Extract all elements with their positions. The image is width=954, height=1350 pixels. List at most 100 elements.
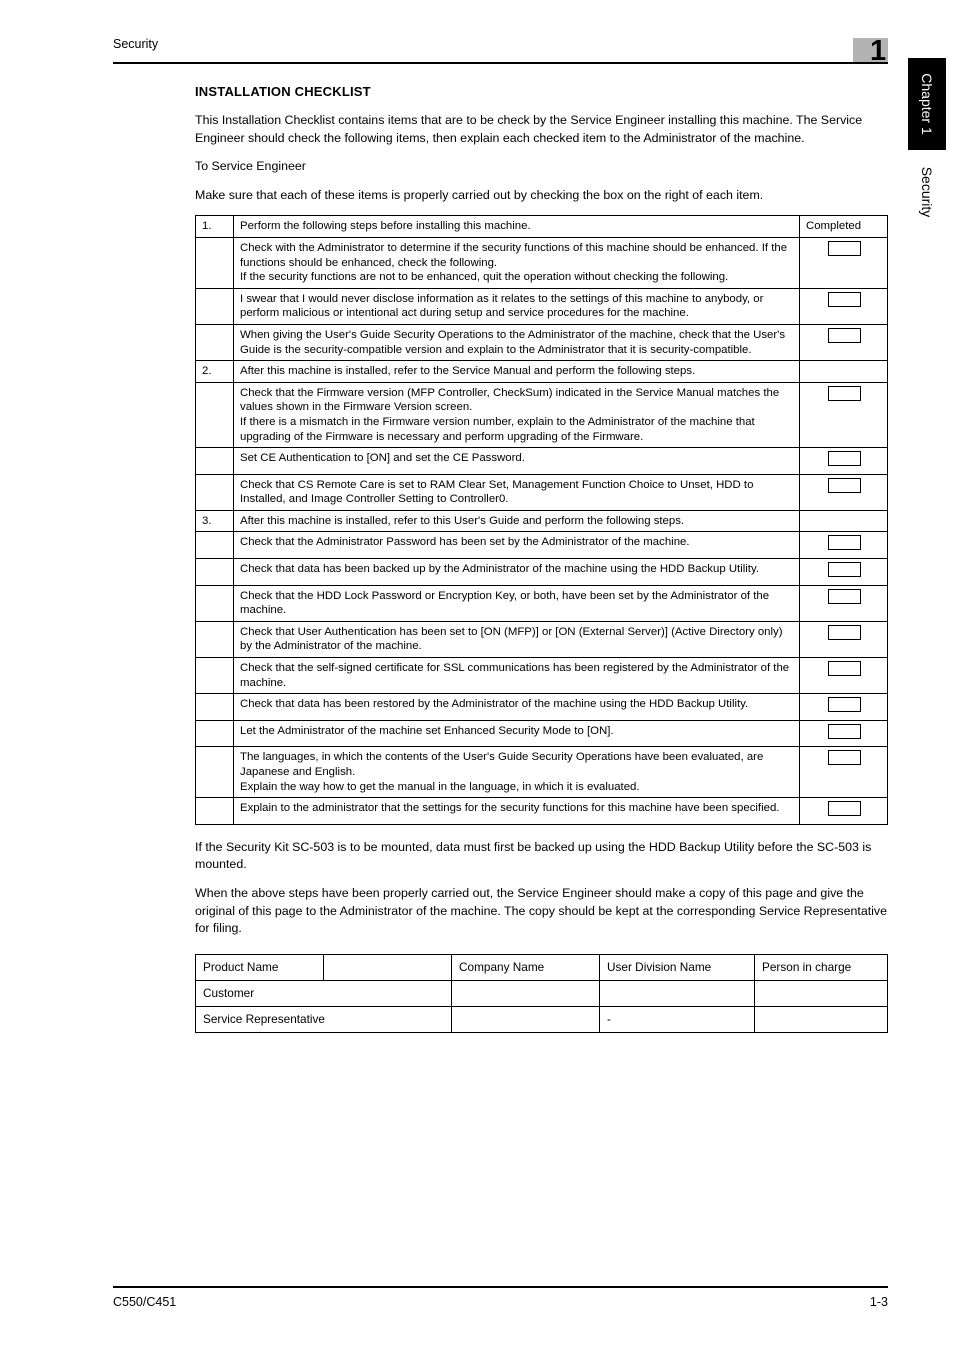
signoff-table: Product Name Company Name User Division Na… xyxy=(195,953,888,1033)
table-row: Check that the HDD Lock Password or Encr… xyxy=(195,584,888,622)
signoff-header-row: Product Name Company Name User Division Na… xyxy=(195,953,888,981)
checklist-completed-header: Completed xyxy=(799,215,888,238)
checkbox-icon[interactable] xyxy=(827,477,861,493)
checkbox-icon[interactable] xyxy=(827,535,861,551)
checklist-step-number xyxy=(195,323,234,362)
checklist-step-number xyxy=(195,746,234,799)
table-row: Let the Administrator of the machine set… xyxy=(195,719,888,748)
completed-checkbox-cell[interactable] xyxy=(799,584,888,622)
closing-paragraph-2: When the above steps have been properly … xyxy=(195,885,887,936)
checkbox-icon[interactable] xyxy=(827,750,861,766)
signoff-row: Customer xyxy=(195,979,888,1007)
signoff-row-label: Service Representative xyxy=(195,1005,452,1033)
signoff-product-name-value[interactable] xyxy=(323,953,452,981)
completed-checkbox-cell[interactable] xyxy=(799,323,888,362)
table-row: Explain to the administrator that the se… xyxy=(195,797,888,825)
completed-checkbox-cell[interactable] xyxy=(799,657,888,695)
checklist-step-number xyxy=(195,531,234,560)
table-row: 1. Perform the following steps before ins… xyxy=(195,215,888,238)
checklist-item-text: Set CE Authentication to [ON] and set th… xyxy=(233,447,800,475)
completed-checkbox-cell[interactable] xyxy=(799,287,888,325)
completed-checkbox-cell[interactable] xyxy=(799,531,888,560)
signoff-product-name-label: Product Name xyxy=(195,953,324,981)
signoff-person-field[interactable] xyxy=(754,979,888,1007)
table-row: I swear that I would never disclose info… xyxy=(195,287,888,325)
completed-checkbox-cell[interactable] xyxy=(799,797,888,825)
checklist-step-number: 3. xyxy=(195,509,234,533)
table-row: Check with the Administrator to determin… xyxy=(195,236,888,289)
checkbox-icon[interactable] xyxy=(827,562,861,578)
checkbox-icon[interactable] xyxy=(827,661,861,677)
completed-checkbox-cell[interactable] xyxy=(799,693,888,721)
checklist-item-text: When giving the User's Guide Security Op… xyxy=(233,323,800,362)
signoff-person-field[interactable] xyxy=(754,1005,888,1033)
checklist-item-text: Check that the self-signed certificate f… xyxy=(233,657,800,695)
completed-checkbox-cell[interactable] xyxy=(799,620,888,659)
checkbox-icon[interactable] xyxy=(827,291,861,307)
checklist-step-number xyxy=(195,657,234,695)
checklist-step-number xyxy=(195,287,234,325)
checklist-step-number xyxy=(195,473,234,511)
checklist-item-text: Check with the Administrator to determin… xyxy=(233,236,800,289)
empty-cell xyxy=(799,360,888,383)
signoff-company-field[interactable] xyxy=(451,979,600,1007)
checklist-step-number xyxy=(195,797,234,825)
header-section-title: Security xyxy=(113,37,159,51)
signoff-company-field[interactable] xyxy=(451,1005,600,1033)
checklist-step-number: 1. xyxy=(195,215,234,238)
table-row: 2. After this machine is installed, refer… xyxy=(195,360,888,383)
table-row: Check that the self-signed certificate f… xyxy=(195,657,888,695)
page-title: INSTALLATION CHECKLIST xyxy=(195,84,371,99)
signoff-body: Product Name Company Name User Division Na… xyxy=(195,953,888,1033)
installation-checklist-table: 1. Perform the following steps before ins… xyxy=(195,215,888,825)
checklist-item-text: Check that the Administrator Password ha… xyxy=(233,531,800,560)
signoff-company-name-label: Company Name xyxy=(451,953,600,981)
signoff-division-field[interactable] xyxy=(599,979,755,1007)
checklist-step-number xyxy=(195,620,234,659)
signoff-division-field[interactable]: - xyxy=(599,1005,755,1033)
checkbox-icon[interactable] xyxy=(827,588,861,604)
checklist-step-number xyxy=(195,719,234,748)
table-row: Check that CS Remote Care is set to RAM … xyxy=(195,473,888,511)
checklist-item-text: The languages, in which the contents of … xyxy=(233,746,800,799)
checklist-body: 1. Perform the following steps before ins… xyxy=(195,215,888,825)
completed-checkbox-cell[interactable] xyxy=(799,447,888,475)
checklist-step-number xyxy=(195,693,234,721)
checklist-step-number xyxy=(195,447,234,475)
table-row: When giving the User's Guide Security Op… xyxy=(195,323,888,362)
completed-checkbox-cell[interactable] xyxy=(799,719,888,748)
table-row: Check that data has been backed up by th… xyxy=(195,558,888,586)
table-row: The languages, in which the contents of … xyxy=(195,746,888,799)
to-service-engineer-label: To Service Engineer xyxy=(195,159,306,174)
checklist-item-text: Check that the HDD Lock Password or Encr… xyxy=(233,584,800,622)
checklist-item-text: Perform the following steps before insta… xyxy=(233,215,800,238)
signoff-user-division-label: User Division Name xyxy=(599,953,755,981)
completed-checkbox-cell[interactable] xyxy=(799,473,888,511)
footer-page-number: 1-3 xyxy=(869,1295,888,1309)
checkbox-icon[interactable] xyxy=(827,801,861,817)
checkbox-icon[interactable] xyxy=(827,697,861,713)
header-divider xyxy=(113,62,888,64)
checklist-item-text: Check that data has been restored by the… xyxy=(233,693,800,721)
checkbox-icon[interactable] xyxy=(827,240,861,256)
checklist-step-number: 2. xyxy=(195,360,234,383)
checklist-step-number xyxy=(195,558,234,586)
document-page: Security 1 Chapter 1 Security INSTALLATI… xyxy=(0,0,954,1350)
page-content: INSTALLATION CHECKLIST This Installation… xyxy=(195,84,888,1033)
checkbox-icon[interactable] xyxy=(827,451,861,467)
checklist-item-text: Let the Administrator of the machine set… xyxy=(233,719,800,748)
checkbox-icon[interactable] xyxy=(827,624,861,640)
side-tab-section-label: Security xyxy=(919,166,935,218)
checklist-step-number xyxy=(195,381,234,449)
instruction-paragraph: Make sure that each of these items is pr… xyxy=(195,187,764,202)
footer-divider xyxy=(113,1286,888,1288)
completed-checkbox-cell[interactable] xyxy=(799,236,888,289)
completed-checkbox-cell[interactable] xyxy=(799,558,888,586)
completed-checkbox-cell[interactable] xyxy=(799,381,888,449)
checkbox-icon[interactable] xyxy=(827,385,861,401)
completed-checkbox-cell[interactable] xyxy=(799,746,888,799)
side-tab-chapter: Chapter 1 xyxy=(908,58,946,150)
signoff-person-in-charge-label: Person in charge xyxy=(754,953,888,981)
checkbox-icon[interactable] xyxy=(827,327,861,343)
checkbox-icon[interactable] xyxy=(827,723,861,739)
